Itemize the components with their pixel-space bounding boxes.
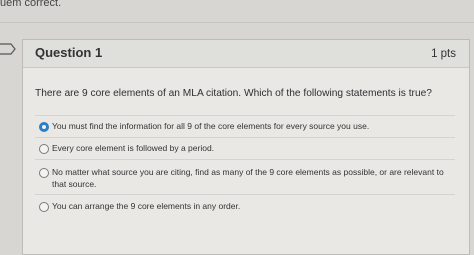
radio-button[interactable]: [39, 202, 49, 212]
question-title: Question 1: [35, 45, 103, 60]
divider: [35, 159, 455, 160]
option-label[interactable]: Every core element is followed by a peri…: [52, 142, 214, 154]
divider: [35, 137, 455, 138]
radio-button-selected[interactable]: [39, 122, 49, 132]
divider: [35, 115, 455, 116]
question-header: Question 1 1 pts: [23, 40, 469, 68]
option-label[interactable]: No matter what source you are citing, fi…: [52, 166, 452, 190]
divider: [0, 22, 474, 23]
bookmark-icon[interactable]: [0, 41, 16, 57]
question-text: There are 9 core elements of an MLA cita…: [35, 88, 432, 99]
question-card: Question 1 1 pts There are 9 core elemen…: [22, 39, 470, 255]
divider: [35, 194, 455, 195]
option-label[interactable]: You can arrange the 9 core elements in a…: [52, 200, 240, 212]
radio-button[interactable]: [39, 144, 49, 154]
option-label[interactable]: You must find the information for all 9 …: [52, 120, 369, 132]
previous-status-text: uem correct.: [0, 0, 62, 9]
radio-button[interactable]: [39, 168, 49, 178]
question-points: 1 pts: [431, 48, 456, 60]
